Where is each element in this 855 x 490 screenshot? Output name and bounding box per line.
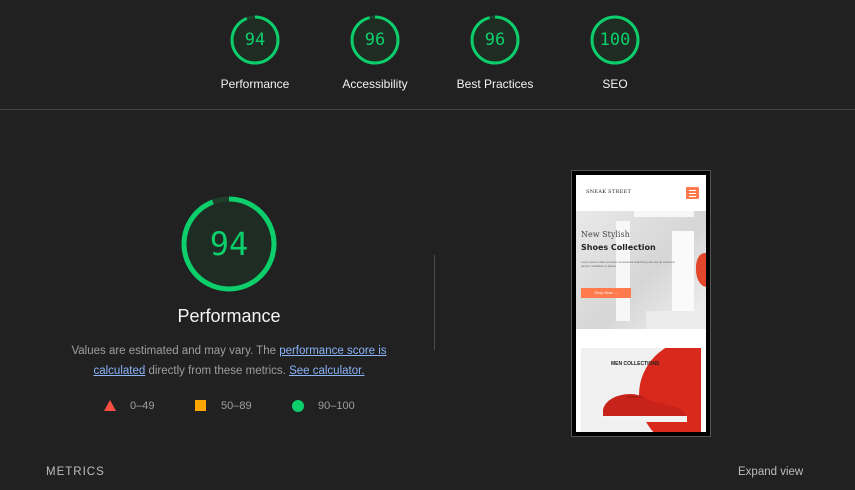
legend-average-label: 50–89 — [221, 400, 252, 412]
square-icon — [195, 400, 206, 411]
hamburger-menu-icon — [686, 187, 699, 199]
site-logo: SNEAK STREET — [586, 189, 632, 195]
performance-big-gauge: 94 — [180, 195, 278, 293]
hero-title-line2: Shoes Collection — [581, 243, 656, 252]
collections-title: MEN COLLECTIONS — [611, 361, 660, 367]
hero-shoe-image — [696, 253, 706, 287]
description-text-1: Values are estimated and may vary. The — [71, 345, 280, 357]
expand-view-button[interactable]: Expand view — [738, 466, 803, 478]
performance-label: Performance — [220, 77, 290, 91]
performance-title: Performance — [177, 306, 281, 326]
best-practices-label: Best Practices — [456, 77, 534, 91]
circle-icon — [292, 400, 304, 412]
gauge-best-practices[interactable]: 96 Best Practices — [445, 15, 545, 91]
score-legend: 0–49 50–89 90–100 — [0, 399, 855, 415]
triangle-icon — [104, 400, 116, 411]
site-header: SNEAK STREET — [576, 175, 706, 211]
hero-body-text: Lorem ipsum dolor sit amet consectetur a… — [581, 260, 675, 268]
collections-card: MEN COLLECTIONS — [581, 348, 701, 432]
performance-gauge-ring: 94 — [230, 15, 280, 65]
screenshot-page: SNEAK STREET New Stylish Shoes Collectio… — [576, 175, 706, 432]
legend-pass-label: 90–100 — [318, 400, 355, 412]
hero-banner: New Stylish Shoes Collection Lorem ipsum… — [576, 211, 706, 329]
gauge-seo[interactable]: 100 SEO — [565, 15, 665, 91]
red-sneaker-image — [601, 394, 687, 422]
metrics-section-label: METRICS — [46, 466, 105, 478]
final-screenshot[interactable]: SNEAK STREET New Stylish Shoes Collectio… — [571, 170, 711, 437]
hero-title-line1: New Stylish — [581, 230, 630, 239]
best-practices-score: 96 — [484, 30, 506, 50]
legend-fail-label: 0–49 — [130, 400, 155, 412]
performance-big-score: 94 — [209, 225, 249, 263]
performance-description: Values are estimated and may vary. The p… — [59, 341, 399, 381]
seo-gauge-ring: 100 — [590, 15, 640, 65]
seo-label: SEO — [602, 77, 628, 91]
see-calculator-link[interactable]: See calculator. — [289, 365, 364, 377]
gauge-accessibility[interactable]: 96 Accessibility — [325, 15, 425, 91]
seo-score: 100 — [599, 30, 631, 50]
hero-shop-button: Shop Now → — [581, 288, 631, 298]
description-text-2: directly from these metrics. — [145, 365, 290, 377]
gauge-performance[interactable]: 94 Performance — [205, 15, 305, 91]
vertical-divider — [434, 255, 435, 350]
best-practices-gauge-ring: 96 — [470, 15, 520, 65]
accessibility-score: 96 — [364, 30, 386, 50]
category-gauges: 94 Performance 96 Accessibility 96 Best … — [0, 0, 855, 110]
accessibility-label: Accessibility — [342, 77, 408, 91]
accessibility-gauge-ring: 96 — [350, 15, 400, 65]
performance-summary: 94 Performance Values are estimated and … — [40, 195, 418, 381]
performance-score: 94 — [244, 30, 266, 50]
